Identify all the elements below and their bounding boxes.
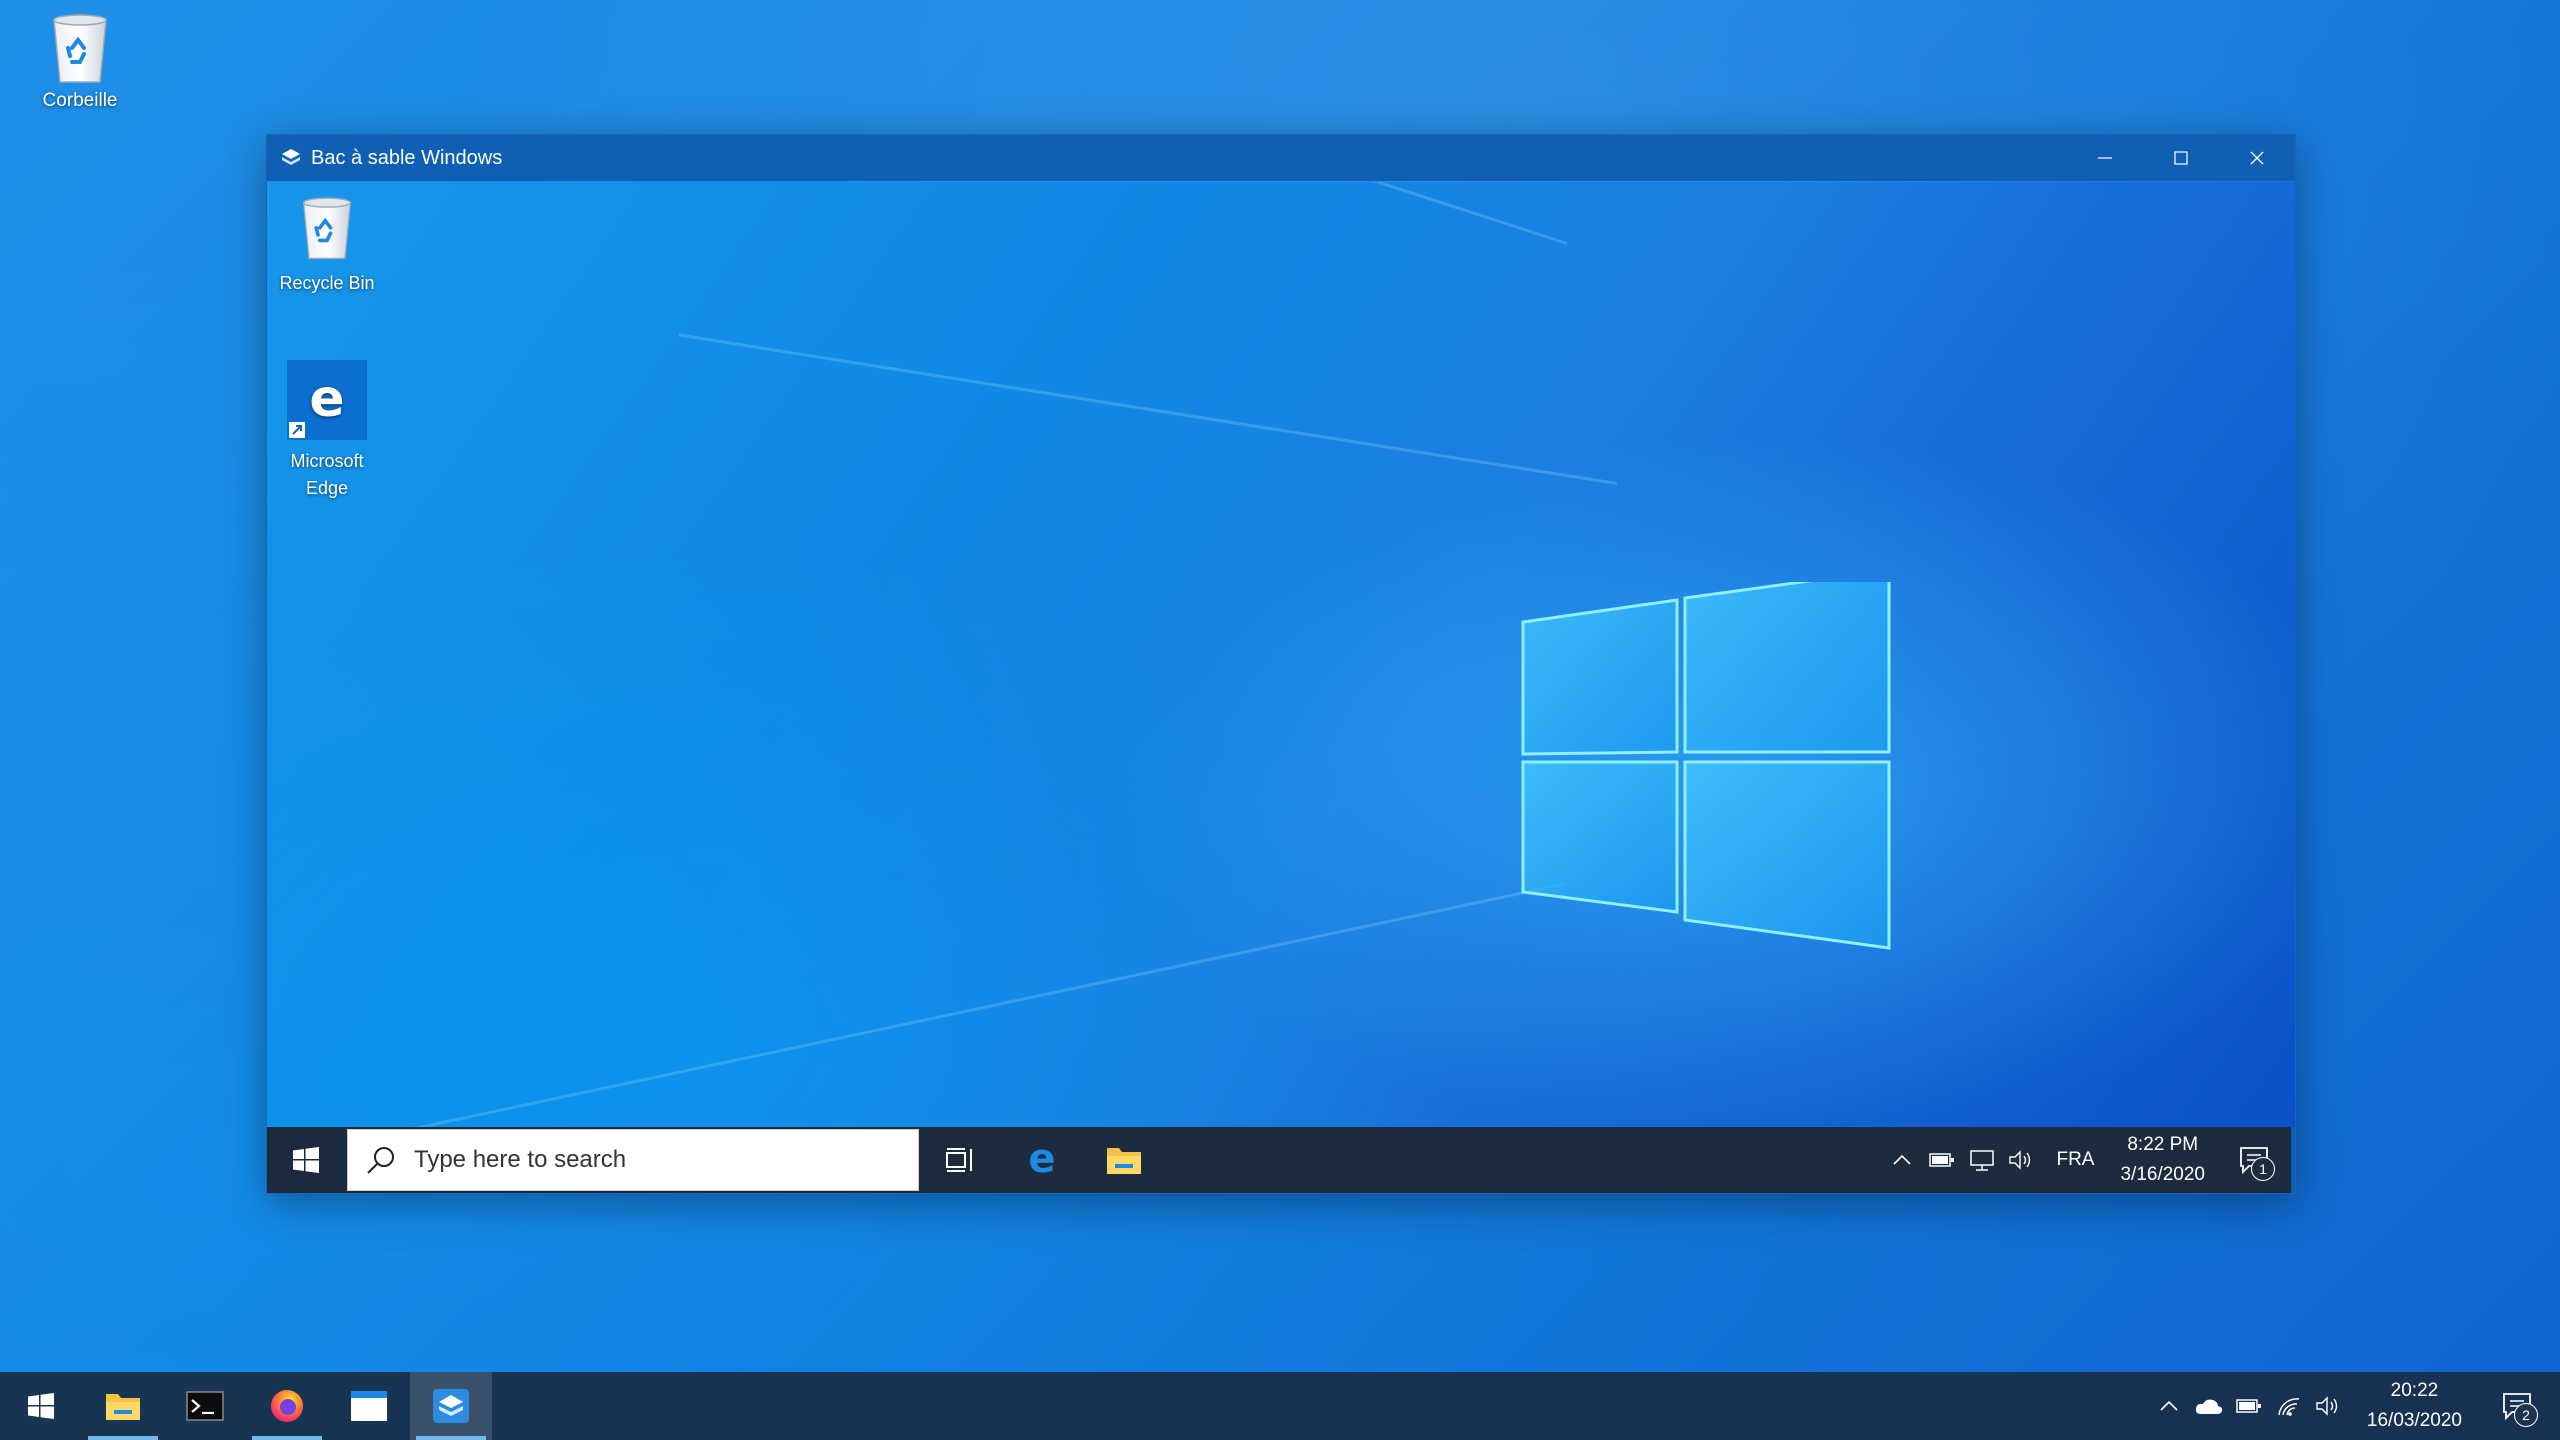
guest-wallpaper-glow	[267, 182, 2295, 1193]
host-window-app[interactable]	[328, 1372, 410, 1440]
guest-recycle-bin-label: Recycle Bin	[279, 273, 375, 293]
wifi-button[interactable]	[2269, 1373, 2309, 1439]
host-time: 20:22	[2390, 1380, 2439, 1401]
guest-start-button[interactable]	[267, 1127, 345, 1193]
host-show-hidden-icons[interactable]	[2149, 1373, 2189, 1439]
guest-time: 8:22 PM	[2127, 1134, 2199, 1155]
minimize-icon	[2098, 157, 2112, 159]
host-battery-button[interactable]	[2229, 1373, 2269, 1439]
chevron-up-icon	[2160, 1400, 2178, 1411]
task-view-button[interactable]	[919, 1127, 1001, 1193]
sandbox-window[interactable]: Bac à sable Windows Recycle Bin e Micros…	[266, 134, 2296, 1194]
battery-button[interactable]	[1922, 1127, 1962, 1193]
volume-icon	[2316, 1396, 2338, 1416]
maximize-button[interactable]	[2143, 135, 2219, 181]
chevron-up-icon	[1893, 1154, 1912, 1165]
host-recycle-bin[interactable]: Corbeille	[10, 6, 150, 112]
guest-date: 3/16/2020	[2120, 1164, 2205, 1185]
host-show-desktop-button[interactable]	[2554, 1372, 2560, 1440]
edge-icon: e	[1028, 1140, 1055, 1180]
guest-action-center-button[interactable]: 1	[2217, 1127, 2291, 1193]
host-volume-button[interactable]	[2309, 1373, 2349, 1439]
network-icon	[1970, 1150, 1995, 1171]
guest-edge-label: Microsoft Edge	[290, 451, 364, 498]
sandbox-icon	[282, 149, 300, 165]
host-action-center-button[interactable]: 2	[2480, 1373, 2554, 1439]
windows-logo	[1521, 582, 1891, 950]
host-firefox[interactable]	[246, 1372, 328, 1440]
maximize-icon	[2174, 151, 2188, 165]
windows-start-icon	[293, 1147, 319, 1173]
host-system-tray: 20:22 16/03/2020 2	[2149, 1372, 2560, 1440]
guest-recycle-bin[interactable]: Recycle Bin	[272, 190, 382, 297]
file-explorer-icon	[1107, 1148, 1141, 1174]
sandbox-icon	[433, 1389, 469, 1423]
host-recycle-bin-label: Corbeille	[42, 90, 118, 111]
host-taskbar: 20:22 16/03/2020 2	[0, 1372, 2560, 1440]
wifi-icon	[2278, 1398, 2299, 1416]
close-icon	[2250, 151, 2264, 165]
window-titlebar[interactable]: Bac à sable Windows	[267, 135, 2295, 181]
svg-text:e: e	[309, 369, 344, 429]
guest-desktop[interactable]: Recycle Bin e Microsoft Edge Type here t…	[267, 182, 2295, 1193]
guest-taskbar: e	[267, 1127, 2295, 1193]
guest-edge-taskbar[interactable]: e	[1001, 1127, 1083, 1193]
search-input[interactable]	[412, 1145, 856, 1175]
guest-search-box[interactable]	[347, 1129, 919, 1191]
terminal-icon	[186, 1391, 224, 1421]
network-button[interactable]	[1962, 1127, 2002, 1193]
host-start-button[interactable]	[0, 1372, 82, 1440]
close-button[interactable]	[2219, 135, 2295, 181]
guest-file-explorer[interactable]	[1083, 1127, 1165, 1193]
host-clock[interactable]: 20:22 16/03/2020	[2349, 1376, 2480, 1436]
battery-icon	[2236, 1399, 2261, 1413]
show-desktop-button[interactable]	[2291, 1127, 2295, 1193]
recycle-bin-icon	[302, 197, 352, 260]
recycle-bin-icon	[53, 14, 107, 83]
host-file-explorer[interactable]	[82, 1372, 164, 1440]
battery-icon	[1929, 1153, 1955, 1167]
host-sandbox-app[interactable]	[410, 1372, 492, 1440]
window-title: Bac à sable Windows	[311, 146, 503, 169]
search-icon	[367, 1147, 394, 1174]
svg-text:e: e	[1028, 1140, 1055, 1180]
host-notification-badge: 2	[2514, 1403, 2538, 1427]
show-hidden-icons-button[interactable]	[1882, 1127, 1922, 1193]
notification-badge: 1	[2251, 1157, 2275, 1181]
file-explorer-icon	[106, 1394, 140, 1420]
windows-start-icon	[28, 1393, 54, 1419]
onedrive-button[interactable]	[2189, 1373, 2229, 1439]
input-language[interactable]: FRA	[2042, 1149, 2108, 1171]
host-terminal[interactable]	[164, 1372, 246, 1440]
guest-edge-shortcut[interactable]: e Microsoft Edge	[272, 360, 382, 502]
volume-button[interactable]	[2002, 1127, 2042, 1193]
volume-icon	[2009, 1150, 2031, 1170]
cloud-icon	[2195, 1399, 2223, 1414]
guest-clock[interactable]: 8:22 PM 3/16/2020	[2108, 1130, 2217, 1190]
window-app-icon	[351, 1391, 387, 1421]
task-view-icon	[946, 1148, 972, 1172]
host-date: 16/03/2020	[2366, 1410, 2462, 1431]
minimize-button[interactable]	[2067, 135, 2143, 181]
edge-icon: e	[287, 360, 367, 440]
firefox-icon	[271, 1390, 303, 1422]
guest-system-tray: FRA 8:22 PM 3/16/2020 1	[1882, 1127, 2295, 1193]
